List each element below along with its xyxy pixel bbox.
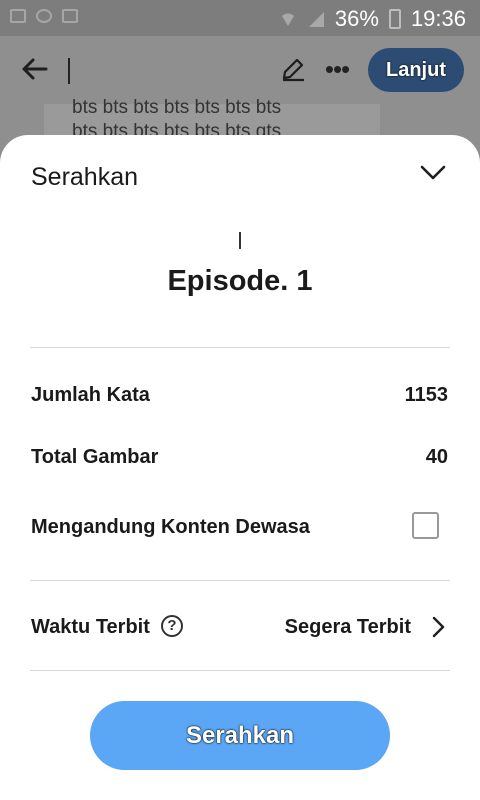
status-indicators: 36% 19:36 [279, 6, 466, 32]
next-button[interactable]: Lanjut [368, 48, 464, 92]
notification-icons [10, 9, 78, 23]
publish-time-label: Waktu Terbit [31, 616, 150, 638]
divider [30, 670, 450, 671]
editor-text-line: bts bts bts bts bts bts bts [72, 97, 282, 118]
title-text-cursor [68, 58, 70, 84]
submit-bottom-sheet: Serahkan Episode. 1 Jumlah Kata 1153 Tot… [0, 135, 480, 800]
cover-placeholder-cursor [239, 232, 241, 249]
clock: 19:36 [410, 6, 466, 31]
episode-title: Episode. 1 [167, 265, 313, 297]
signal-icon [308, 12, 324, 27]
battery-percent: 36% [334, 6, 379, 31]
wifi-icon [281, 13, 294, 26]
adult-content-checkbox[interactable] [412, 512, 439, 539]
gallery-notification-icon [10, 9, 26, 23]
edit-pencil-icon[interactable] [280, 56, 306, 82]
back-arrow-icon[interactable] [20, 54, 50, 84]
word-count-value: 1153 [404, 384, 448, 406]
sheet-title: Serahkan [31, 163, 139, 191]
status-bar: 36% 19:36 [0, 0, 480, 36]
submit-button[interactable]: Serahkan [90, 701, 390, 770]
chevron-right-icon[interactable] [430, 615, 446, 639]
image-count-label: Total Gambar [31, 446, 159, 468]
editor-toolbar: ••• Lanjut [0, 36, 480, 104]
app-notification-icon [36, 9, 52, 23]
video-notification-icon [62, 9, 78, 23]
publish-time-value[interactable]: Segera Terbit [285, 616, 411, 639]
divider [30, 580, 450, 581]
image-count-value: 40 [425, 446, 448, 468]
word-count-label: Jumlah Kata [31, 384, 150, 406]
battery-icon [388, 9, 401, 29]
adult-content-label: Mengandung Konten Dewasa [31, 516, 310, 538]
more-options-icon[interactable]: ••• [322, 54, 352, 84]
help-icon[interactable]: ? [161, 615, 183, 637]
divider [30, 347, 450, 348]
chevron-down-icon[interactable] [418, 159, 448, 185]
